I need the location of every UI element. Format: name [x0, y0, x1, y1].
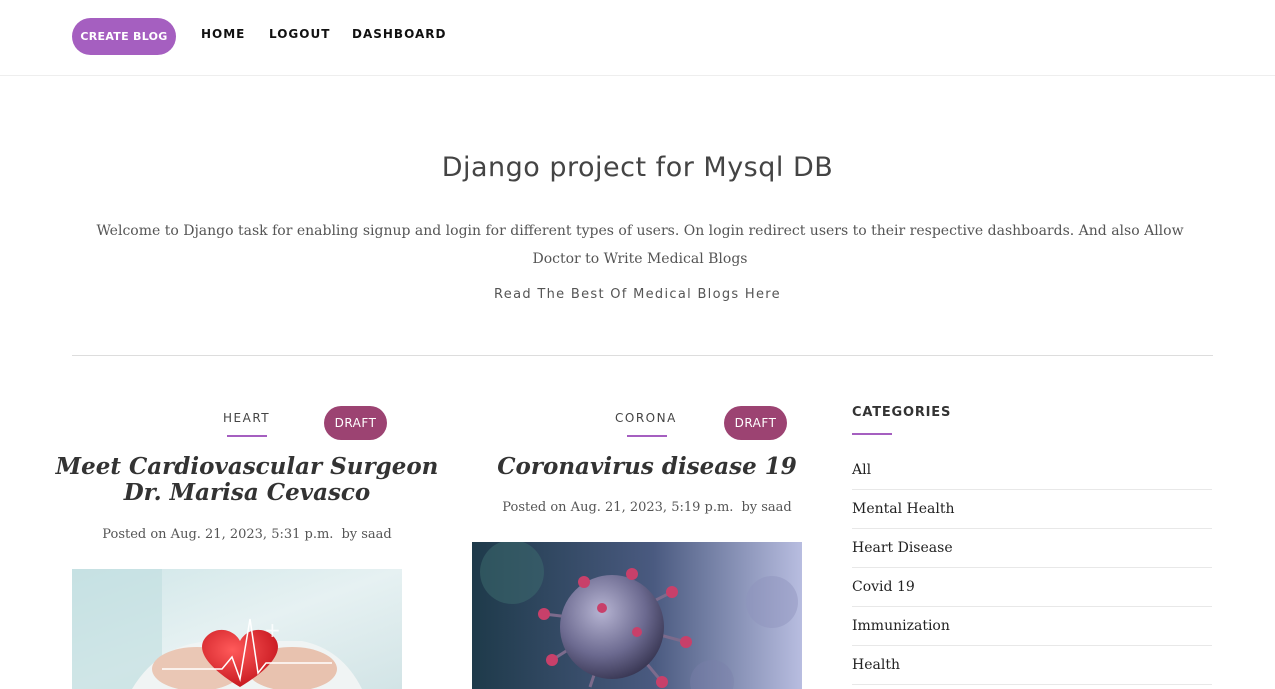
category-item-heart-disease[interactable]: Heart Disease	[852, 529, 1212, 568]
categories-underline	[852, 433, 892, 435]
post-card: CORONA DRAFT Coronavirus disease 19 Post…	[472, 400, 802, 689]
post-author: by saad	[741, 500, 792, 515]
draft-status-badge: DRAFT	[724, 406, 787, 440]
post-thumbnail-virus[interactable]	[472, 542, 802, 689]
virus-image	[472, 542, 802, 689]
post-date: Posted on Aug. 21, 2023, 5:31 p.m.	[102, 527, 334, 542]
hero-description: Welcome to Django task for enabling sign…	[96, 223, 1184, 267]
category-item-all[interactable]: All	[852, 451, 1212, 490]
category-underline	[227, 435, 267, 437]
heart-in-hands-image: +	[72, 569, 402, 689]
nav-dashboard-link[interactable]: DASHBOARD	[352, 27, 446, 41]
post-meta: Posted on Aug. 21, 2023, 5:31 p.m. by saa…	[52, 527, 442, 542]
post-author: by saad	[341, 527, 392, 542]
post-meta: Posted on Aug. 21, 2023, 5:19 p.m. by saa…	[452, 500, 842, 515]
category-item-covid-19[interactable]: Covid 19	[852, 568, 1212, 607]
nav-home-link[interactable]: HOME	[201, 27, 245, 41]
categories-heading: CATEGORIES	[852, 405, 952, 420]
page-title: Django project for Mysql DB	[441, 152, 834, 183]
post-category-link[interactable]: HEART	[223, 411, 270, 425]
top-navbar: CREATE BLOG HOME LOGOUT DASHBOARD	[0, 0, 1275, 76]
post-category-link[interactable]: CORONA	[615, 411, 677, 425]
category-underline	[627, 435, 667, 437]
section-divider	[72, 355, 1213, 356]
post-title-link[interactable]: Meet Cardiovascular Surgeon Dr. Marisa C…	[52, 454, 442, 506]
nav-logout-link[interactable]: LOGOUT	[269, 27, 330, 41]
category-item-immunization[interactable]: Immunization	[852, 607, 1212, 646]
categories-list: All Mental Health Heart Disease Covid 19…	[852, 451, 1212, 685]
category-item-health[interactable]: Health	[852, 646, 1212, 685]
hero-subtitle: Read The Best Of Medical Blogs Here	[494, 287, 781, 302]
post-date: Posted on Aug. 21, 2023, 5:19 p.m.	[502, 500, 734, 515]
draft-status-badge: DRAFT	[324, 406, 387, 440]
post-card: HEART DRAFT Meet Cardiovascular Surgeon …	[56, 400, 438, 689]
category-item-mental-health[interactable]: Mental Health	[852, 490, 1212, 529]
post-thumbnail-heart[interactable]: +	[72, 569, 402, 689]
post-title-link[interactable]: Coronavirus disease 19	[452, 454, 842, 480]
svg-text:+: +	[264, 618, 281, 642]
create-blog-button[interactable]: CREATE BLOG	[72, 18, 176, 55]
